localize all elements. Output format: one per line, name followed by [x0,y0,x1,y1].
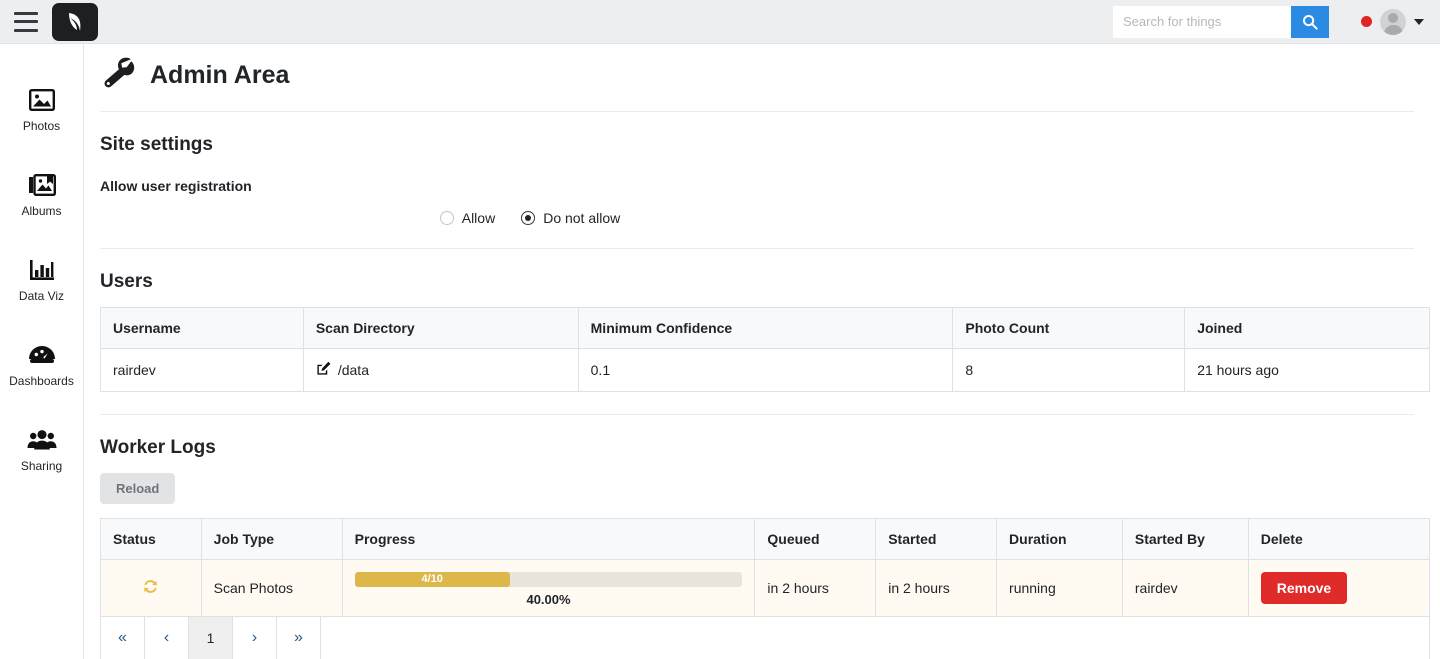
worker-duration: running [996,559,1123,617]
sidebar-item-sharing[interactable]: Sharing [0,426,83,473]
gauge-icon [27,341,57,369]
sidebar-item-albums[interactable]: Albums [0,171,83,218]
status-indicator-dot [1361,16,1372,27]
avatar[interactable] [1380,8,1406,35]
chevron-down-icon[interactable] [1414,18,1424,25]
pagination-prev-button[interactable]: ‹ [145,617,189,659]
worker-started-by: rairdev [1122,559,1249,617]
worker-started: in 2 hours [875,559,998,617]
hamburger-icon[interactable] [14,11,38,32]
worker-col-delete: Delete [1248,518,1430,560]
worker-col-started: Started [875,518,998,560]
users-col-minimum-confidence: Minimum Confidence [578,307,954,349]
users-table-header-row: Username Scan Directory Minimum Confiden… [100,307,1430,349]
page-title: Admin Area [150,61,290,89]
worker-logs-heading: Worker Logs [100,437,216,458]
worker-delete-cell: Remove [1248,559,1430,617]
user-joined: 21 hours ago [1197,362,1279,378]
people-icon [27,426,57,454]
worker-col-duration: Duration [996,518,1123,560]
pagination: « ‹ 1 › » [100,617,1430,659]
worker-col-started-by: Started By [1122,518,1249,560]
remove-button[interactable]: Remove [1260,572,1348,604]
worker-col-queued: Queued [754,518,877,560]
sidebar-item-label: Data Viz [18,289,65,303]
sidebar-item-label: Sharing [20,459,63,473]
site-settings-heading: Site settings [100,134,213,155]
radio-circle-do-not-allow[interactable] [521,211,536,225]
progress-bar: 4/10 [354,571,743,587]
table-row: Scan Photos 4/10 40.00% in 2 hours in 2 … [100,559,1430,617]
progress-percent-label: 40.00% [526,591,571,607]
users-col-scan-directory: Scan Directory [303,307,579,349]
radio-label-do-not-allow: Do not allow [543,210,621,226]
users-col-username: Username [100,307,304,349]
worker-progress-cell: 4/10 40.00% [342,559,756,617]
radio-option-allow[interactable]: Allow [439,210,496,226]
page-header: Admin Area [100,44,1414,112]
pagination-page-1[interactable]: 1 [189,617,233,659]
users-table: Username Scan Directory Minimum Confiden… [100,307,1430,392]
user-scan-directory-cell: /data [303,348,579,392]
pagination-first-button[interactable]: « [101,617,145,659]
image-icon [27,86,57,114]
worker-col-progress: Progress [342,518,756,560]
search-button[interactable] [1291,5,1329,38]
user-photo-count: 8 [952,348,1186,392]
edit-pencil-icon[interactable] [316,361,331,379]
sidebar-item-data-viz[interactable]: Data Viz [0,256,83,303]
worker-queued: in 2 hours [754,559,877,617]
pagination-filler [321,617,1429,659]
users-col-photo-count: Photo Count [952,307,1186,349]
sidebar-item-label: Dashboards [9,374,74,388]
search-icon [1303,14,1318,30]
radio-label-allow: Allow [461,210,496,226]
progress-bar-fill: 4/10 [354,571,510,587]
registration-radio-group: Allow Do not allow [100,210,960,226]
user-username: rairdev [100,348,304,392]
pagination-last-button[interactable]: » [277,617,321,659]
user-minimum-confidence: 0.1 [578,348,954,392]
allow-user-registration-label: Allow user registration [100,178,252,194]
search-input[interactable] [1113,5,1291,38]
sidebar-item-dashboards[interactable]: Dashboards [0,341,83,388]
albums-icon [27,171,57,199]
sidebar-item-label: Photos [22,119,61,133]
worker-job-type: Scan Photos [201,559,343,617]
pagination-next-button[interactable]: › [233,617,277,659]
sidebar-item-photos[interactable]: Photos [0,86,83,133]
sidebar: Photos Albums Data Viz Dashboards Sharin… [0,44,84,659]
wrench-icon [100,56,136,95]
radio-circle-allow[interactable] [439,211,454,225]
table-row: rairdev /data 0.1 8 21 hours ago [100,348,1430,392]
worker-table-header-row: Status Job Type Progress Queued Started … [100,518,1430,560]
users-col-joined: Joined [1184,307,1430,349]
radio-option-do-not-allow[interactable]: Do not allow [521,210,620,226]
search-bar [1113,5,1329,38]
worker-logs-table: Status Job Type Progress Queued Started … [100,518,1430,617]
users-heading: Users [100,271,153,292]
progress-bar-label: 4/10 [421,573,443,585]
section-divider [100,414,1414,415]
worker-status-cell [100,559,202,617]
user-menu[interactable] [1361,8,1424,35]
user-scan-directory: /data [337,362,369,378]
top-bar [0,0,1440,44]
reload-button[interactable]: Reload [100,473,176,504]
worker-col-status: Status [100,518,202,560]
section-divider [100,248,1414,249]
bar-chart-icon [27,256,57,284]
main-content: Admin Area Site settings Allow user regi… [84,44,1440,659]
sync-refresh-icon [142,580,159,598]
leaf-logo-icon[interactable] [52,2,98,41]
sidebar-item-label: Albums [21,204,62,218]
worker-col-job-type: Job Type [201,518,343,560]
